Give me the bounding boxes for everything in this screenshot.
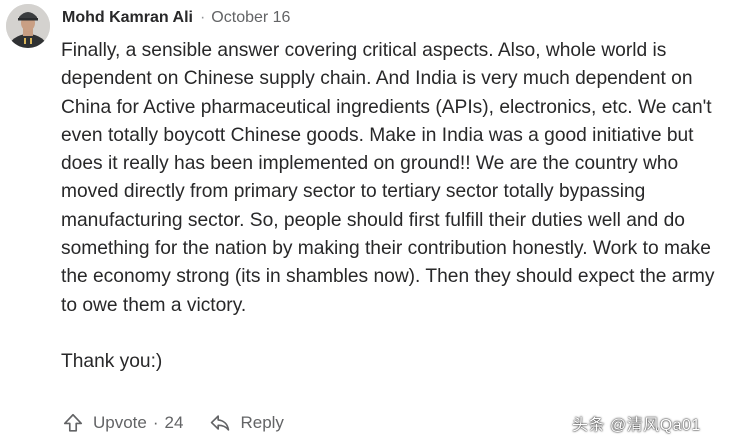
comment-paragraph: Finally, a sensible answer covering crit…: [61, 40, 715, 316]
comment-body: Finally, a sensible answer covering crit…: [61, 37, 721, 376]
avatar-image: [6, 4, 50, 48]
comment: Mohd Kamran Ali · October 16 Finally, a …: [0, 0, 739, 444]
upvote-label: Upvote: [93, 413, 147, 432]
comment-actions: Upvote · 24 Reply: [62, 410, 284, 436]
reply-arrow-icon: [209, 412, 231, 434]
upvote-arrow-icon: [62, 412, 84, 434]
watermark: 头条 @清风Qa01: [572, 417, 701, 434]
comment-paragraph: Thank you:): [61, 350, 163, 372]
avatar[interactable]: [6, 4, 50, 48]
upvote-button[interactable]: Upvote · 24: [62, 412, 183, 434]
header-separator: ·: [199, 9, 206, 26]
author-name[interactable]: Mohd Kamran Ali: [62, 9, 193, 27]
upvote-separator: ·: [152, 413, 159, 432]
reply-label: Reply: [240, 413, 284, 432]
upvote-count: 24: [164, 413, 184, 432]
reply-button[interactable]: Reply: [209, 412, 284, 434]
comment-header: Mohd Kamran Ali · October 16: [62, 8, 290, 28]
comment-date[interactable]: October 16: [211, 9, 290, 27]
